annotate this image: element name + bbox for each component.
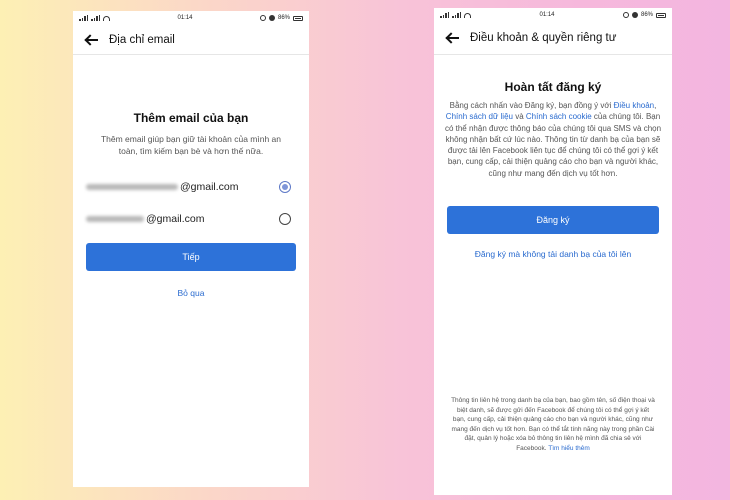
cookie-policy-link[interactable]: Chính sách cookie [526,112,592,121]
contacts-upload-note: Thông tin liên hệ trong danh bạ của bạn,… [451,397,655,452]
signal-icon [440,12,449,18]
signup-button[interactable]: Đăng ký [447,206,659,235]
wifi-icon [103,15,110,21]
learn-more-link[interactable]: Tìm hiểu thêm [548,445,590,452]
status-time: 01:14 [539,12,555,18]
blurred-email-username [86,184,178,190]
complete-signup-heading: Hoàn tất đăng ký [504,80,602,94]
terms-link[interactable]: Điều khoản [614,101,654,110]
alarm-icon [259,15,266,21]
add-email-heading: Thêm email của bạn [133,111,249,125]
battery-icon [656,12,666,18]
back-arrow-icon[interactable] [446,32,460,44]
status-bar: 01:14 86% [434,8,672,22]
email-domain: @gmail.com [180,181,239,193]
dnd-icon [268,15,275,21]
battery-icon [293,15,303,21]
battery-percent: 86% [277,15,290,21]
status-bar: 01:14 86% [73,11,309,25]
email-option[interactable]: @gmail.com [86,213,296,225]
blurred-email-username [86,216,144,222]
page-title: Địa chỉ email [109,33,175,46]
battery-percent: 86% [640,12,653,18]
radio-unselected[interactable] [279,213,291,225]
page-title: Điều khoản & quyền riêng tư [470,32,617,44]
email-domain: @gmail.com [146,213,205,225]
signal-icon [452,12,461,18]
email-screen: 01:14 86% Địa chỉ email Thêm email của b… [73,11,309,487]
wifi-icon [464,12,471,18]
dnd-icon [631,12,638,18]
data-policy-link[interactable]: Chính sách dữ liệu [446,112,513,121]
alarm-icon [622,12,629,18]
terms-text: Bằng cách nhấn vào Đăng ký, bạn đồng ý v… [444,101,662,178]
signal-icon [91,15,100,21]
status-time: 01:14 [177,15,193,21]
terms-screen: 01:14 86% Điều khoản & quyền riêng tư Ho… [434,8,672,495]
signup-without-contacts-link[interactable]: Đăng ký mà không tải danh bạ của tôi lên [447,249,659,259]
signal-icon [79,15,88,21]
back-arrow-icon[interactable] [85,34,99,46]
email-option[interactable]: @gmail.com [86,181,296,193]
app-bar: Địa chỉ email [73,25,309,55]
add-email-description: Thêm email giúp bạn giữ tài khoản của mì… [100,134,282,156]
radio-selected[interactable] [279,181,291,193]
next-button[interactable]: Tiếp [86,243,296,271]
app-bar: Điều khoản & quyền riêng tư [434,22,672,55]
skip-link[interactable]: Bỏ qua [86,288,296,298]
